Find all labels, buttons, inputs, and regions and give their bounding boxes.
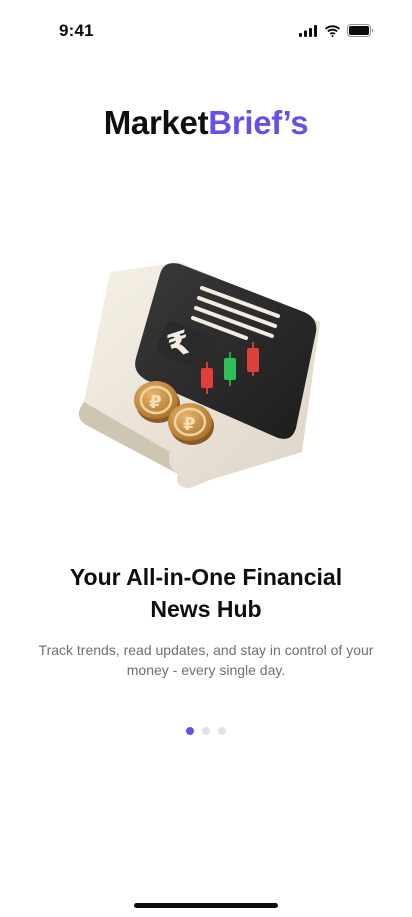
- page-dot-3[interactable]: [218, 727, 226, 735]
- status-bar: 9:41: [0, 0, 412, 60]
- page-indicator: [0, 727, 412, 735]
- svg-text:₽: ₽: [149, 392, 162, 413]
- headline-line-1: Your All-in-One Financial: [69, 564, 343, 590]
- status-time: 9:41: [59, 21, 94, 40]
- app-logo-wordmark: MarketBrief’s: [0, 104, 412, 142]
- page-dot-1-active[interactable]: [186, 727, 194, 735]
- description-line-1: Track trends, read updates, and stay in …: [38, 642, 374, 658]
- onboarding-headline: Your All-in-One Financial News Hub: [30, 561, 382, 625]
- status-icons: [299, 24, 374, 37]
- home-indicator[interactable]: [134, 903, 278, 908]
- finance-document-illustration: ₹ ₽ ₽: [70, 252, 342, 492]
- battery-icon: [347, 24, 374, 37]
- headline-line-2: News Hub: [150, 596, 262, 622]
- page-dot-2[interactable]: [202, 727, 210, 735]
- cellular-signal-icon: [299, 24, 318, 37]
- brand-name-primary: Market: [103, 104, 209, 141]
- wifi-icon: [324, 24, 341, 37]
- brand-name-accent: Brief’s: [208, 104, 309, 141]
- description-line-2: money - every single day.: [126, 662, 286, 678]
- onboarding-description: Track trends, read updates, and stay in …: [24, 640, 388, 680]
- svg-text:₽: ₽: [183, 414, 196, 435]
